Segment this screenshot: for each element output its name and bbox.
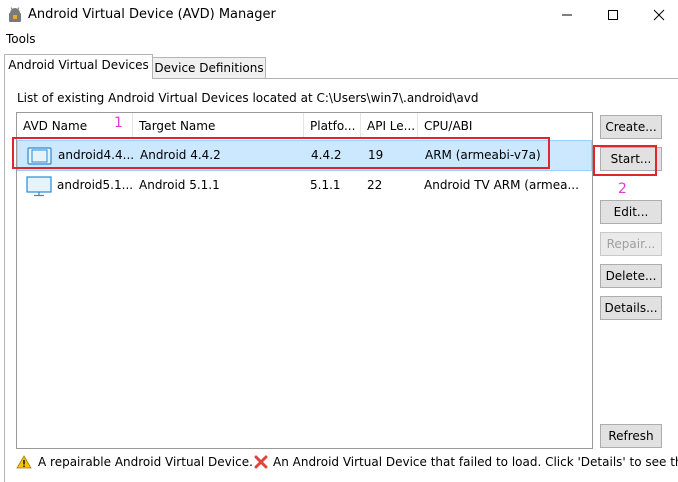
android-icon bbox=[9, 7, 21, 22]
close-icon bbox=[653, 9, 665, 21]
annotation-box-start bbox=[593, 145, 657, 176]
tv-icon bbox=[26, 176, 52, 197]
platform-cell: 5.1.1 bbox=[310, 178, 341, 192]
api-level-cell: 22 bbox=[367, 178, 383, 192]
close-button[interactable] bbox=[636, 0, 678, 30]
create-button[interactable]: Create... bbox=[600, 115, 662, 139]
cpu-abi-cell: Android TV ARM (armea... bbox=[424, 178, 579, 192]
warning-icon bbox=[16, 455, 32, 469]
repair-button[interactable]: Repair... bbox=[600, 232, 662, 256]
minimize-button[interactable] bbox=[544, 0, 590, 30]
column-header-api-level[interactable]: API Le... bbox=[361, 113, 418, 139]
column-header-target-name[interactable]: Target Name bbox=[133, 113, 304, 139]
refresh-button[interactable]: Refresh bbox=[600, 424, 662, 448]
legend: A repairable Android Virtual Device. An … bbox=[16, 454, 678, 472]
title-bar: Android Virtual Device (AVD) Manager bbox=[0, 0, 678, 30]
annotation-box-row bbox=[12, 137, 550, 169]
table-header: AVD Name Target Name Platfo... API Le...… bbox=[17, 113, 592, 139]
column-header-platform[interactable]: Platfo... bbox=[304, 113, 361, 139]
list-description: List of existing Android Virtual Devices… bbox=[17, 91, 479, 105]
tab-device-definitions[interactable]: Device Definitions bbox=[152, 57, 266, 79]
window-title: Android Virtual Device (AVD) Manager bbox=[28, 7, 276, 22]
column-header-cpu-abi[interactable]: CPU/ABI bbox=[418, 113, 592, 139]
maximize-icon bbox=[608, 10, 618, 20]
edit-button[interactable]: Edit... bbox=[600, 200, 662, 224]
annotation-label-2: 2 bbox=[618, 181, 627, 197]
delete-button[interactable]: Delete... bbox=[600, 264, 662, 288]
target-name-cell: Android 5.1.1 bbox=[139, 178, 220, 192]
error-icon bbox=[254, 455, 268, 469]
avd-name-cell: android5.1... bbox=[57, 178, 133, 192]
tab-android-virtual-devices[interactable]: Android Virtual Devices bbox=[4, 54, 153, 79]
menu-tools[interactable]: Tools bbox=[6, 32, 36, 46]
maximize-button[interactable] bbox=[590, 0, 636, 30]
table-row[interactable]: android5.1... Android 5.1.1 5.1.1 22 And… bbox=[17, 171, 592, 202]
menu-bar: Tools bbox=[0, 30, 678, 50]
annotation-label-1: 1 bbox=[114, 115, 123, 131]
details-button[interactable]: Details... bbox=[600, 296, 662, 320]
legend-error-text: An Android Virtual Device that failed to… bbox=[273, 455, 678, 469]
minimize-icon bbox=[562, 14, 572, 16]
legend-warning-text: A repairable Android Virtual Device. bbox=[38, 455, 253, 469]
